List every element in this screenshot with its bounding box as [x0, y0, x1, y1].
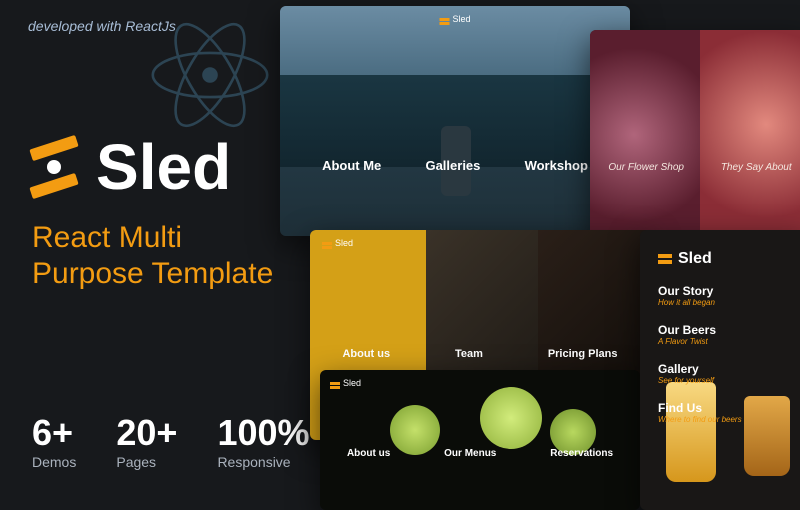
stat-responsive: 100% Responsive	[217, 412, 309, 470]
demo-brand: Sled	[658, 250, 742, 268]
nav-item[interactable]: About us	[342, 348, 390, 360]
nav-item[interactable]: Our Flower Shop	[608, 162, 684, 173]
brand-name: Sled	[96, 130, 231, 204]
nav-item[interactable]: Our Menus	[444, 448, 496, 459]
subtitle-line1: React Multi	[32, 220, 273, 256]
stats-row: 6+ Demos 20+ Pages 100% Responsive	[32, 412, 310, 470]
menu-sub: How it all began	[658, 298, 742, 307]
nav-item[interactable]: Team	[455, 348, 483, 360]
demo-brand: Sled	[439, 14, 470, 24]
nav-item[interactable]: They Say About	[721, 162, 792, 173]
menu-sub: A Flavor Twist	[658, 337, 742, 346]
stat-label: Responsive	[217, 454, 309, 470]
menu-item[interactable]: Find Us	[658, 401, 742, 415]
nav-item[interactable]: About Me	[322, 158, 381, 173]
demo-card-food[interactable]: Sled About us Our Menus Reservations	[320, 370, 640, 510]
react-logo-icon	[145, 10, 275, 145]
nav-item[interactable]: Pricing Plans	[548, 348, 618, 360]
demo-brand: Sled	[322, 238, 353, 248]
nav-item[interactable]: Galleries	[425, 158, 480, 173]
stat-label: Pages	[116, 454, 177, 470]
demo-nav: About Me Galleries Workshop	[280, 158, 630, 173]
demo-brand: Sled	[330, 378, 361, 388]
menu-item[interactable]: Our Story	[658, 284, 742, 298]
brand-block: Sled	[30, 130, 231, 204]
stat-pages: 20+ Pages	[116, 412, 177, 470]
nav-item[interactable]: Reservations	[550, 448, 613, 459]
demo-card-beer[interactable]: Sled Our StoryHow it all began Our Beers…	[640, 230, 800, 510]
menu-sub: See for yourself	[658, 376, 742, 385]
demo-card-photography[interactable]: Sled About Me Galleries Workshop	[280, 6, 630, 236]
stat-num: 20+	[116, 412, 177, 454]
menu-sub: Where to find our beers	[658, 415, 742, 424]
menu-item[interactable]: Gallery	[658, 362, 742, 376]
demo-card-florist[interactable]: Our Flower Shop They Say About	[590, 30, 800, 240]
nav-item[interactable]: About us	[347, 448, 390, 459]
stat-num: 100%	[217, 412, 309, 454]
brand-logo-icon	[30, 142, 78, 192]
stat-label: Demos	[32, 454, 76, 470]
stat-num: 6+	[32, 412, 76, 454]
subtitle: React Multi Purpose Template	[32, 220, 273, 292]
subtitle-line2: Purpose Template	[32, 256, 273, 292]
nav-item[interactable]: Workshop	[525, 158, 588, 173]
stat-demos: 6+ Demos	[32, 412, 76, 470]
menu-item[interactable]: Our Beers	[658, 323, 742, 337]
